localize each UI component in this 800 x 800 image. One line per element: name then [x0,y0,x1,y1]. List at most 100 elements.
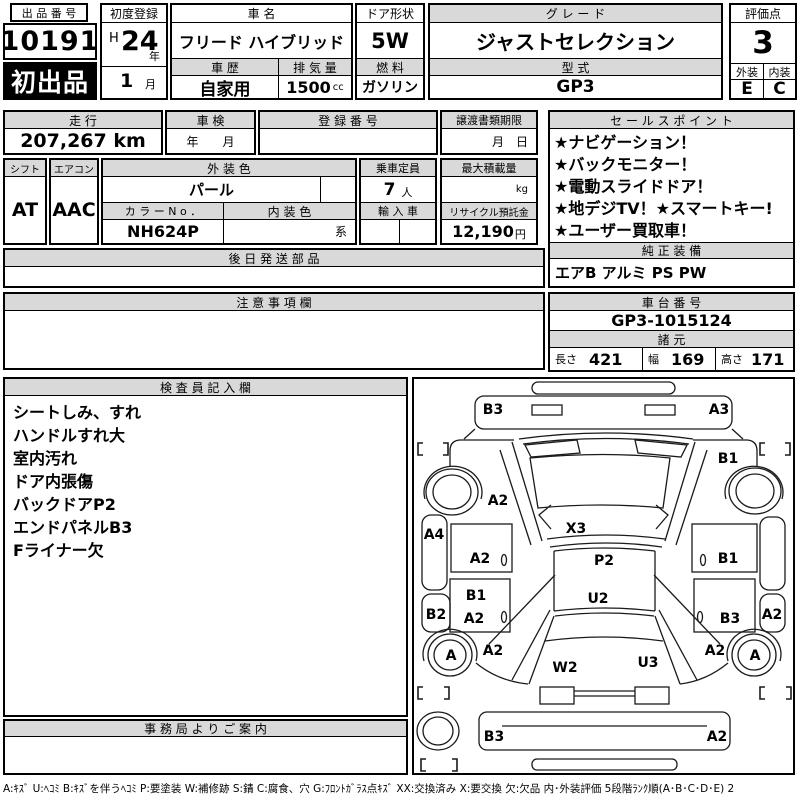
lot-number-header: 出 品 番 号 [10,3,88,22]
inspector-label: 検 査 員 記 入 欄 [5,379,406,396]
grade-box: グ レ ー ド ジャストセレクション 型 式 GP3 [428,3,723,100]
score-value: 3 [752,25,774,61]
model-value: GP3 [556,77,595,97]
month-unit: 月 [145,78,156,91]
damage-code-label: A4 [424,527,445,543]
grade-value: ジャストセレクション [476,30,675,54]
car-name-value: フリード ハイブリッド [178,32,345,52]
height-value: 171 [751,349,785,369]
damage-code-label: A2 [464,611,485,627]
damage-code-label: U2 [587,591,608,607]
max-load-label: 最大積載量 [442,160,536,177]
damage-code-label: A2 [707,729,728,745]
notes-content [5,311,543,368]
dimensions-label: 諸 元 [550,331,793,348]
recycle-fee: 12,190 [452,222,514,241]
max-load-box: 最大積載量 kg リサイクル預託金 12,190 円 [440,158,538,245]
interior-grade: C [773,80,786,98]
interior-color-label: 内 装 色 [267,204,312,219]
damage-diagram-box: B3 A3 B1 A2 A4 X3 P2 A2 B1 B1 U2 B2 A2 B3 A2 A A2 A2 A W2 U3… [412,377,795,775]
exterior-color-value: パール [103,177,321,202]
sales-point-item: ★電動スライドドア！ [554,177,713,196]
inspector-line: エンドパネルB3 [13,518,133,537]
notes-label: 注 意 事 項 欄 [5,294,543,311]
damage-code-label: A3 [709,402,730,418]
exterior-color-label: 外 装 色 [103,160,355,177]
first-registration-box: 初度登録 H 24 年 1 月 [100,3,168,100]
chassis-box: 車 台 番 号 GP3-1015124 諸 元 長さ 421 幅 169 高さ … [548,292,795,372]
interior-label: 内装 [768,65,791,79]
damage-code-label: W2 [552,660,577,676]
exterior-color-extra-cell [321,177,355,202]
damage-code-label: P2 [594,553,614,569]
import-label: 輸 入 車 [361,203,435,220]
first-registration-label: 初度登録 [102,5,166,23]
color-no-label: カ ラ ー N o ． [103,203,224,219]
equipment-value: エアB アルミ PS PW [555,263,707,282]
door-shape-value: 5W [371,28,409,53]
car-outline [421,381,786,771]
transfer-deadline-value: 月 日 [491,134,528,149]
sales-point-item: ★ナビゲーション！ [554,133,697,152]
inspector-line: ハンドルすれ大 [13,426,126,445]
office-box: 事 務 局 よ り ご 案 内 [3,719,408,775]
damage-labels: B3 A3 B1 A2 A4 X3 P2 A2 B1 B1 U2 B2 A2 B3 A2 A A2 A2 A W2 U3… [424,402,783,745]
auction-sheet: 出 品 番 号 10191 初出品 初度登録 H 24 年 1 月 車 名 フリ… [0,0,800,800]
office-label: 事 務 局 よ り ご 案 内 [5,721,406,737]
lot-number-label: 出 品 番 号 [21,6,77,20]
recycle-label: リサイクル預託金 [442,203,536,220]
inspector-line: 室内汚れ [13,449,78,468]
sales-points-box: セ ー ル ス ポ イ ン ト ★ナビゲーション！ ★バックモニター！ ★電動ス… [548,110,795,288]
year-unit: 年 [149,50,160,63]
damage-code-label: B1 [718,451,738,467]
fuel-label: 燃 料 [357,59,423,76]
mileage-label: 走 行 [5,112,161,129]
length-label: 長さ [555,353,577,366]
corner-brackets [417,442,792,772]
damage-code-label: U3 [637,655,658,671]
damage-code-label: A2 [488,493,509,509]
wheel-icons [416,467,782,751]
era-letter: H [109,31,119,46]
damage-code-label: B1 [718,551,738,567]
inspector-line: シートしみ、すれ [13,403,142,422]
damage-code-label: A2 [762,607,783,623]
capacity-box: 乗車定員 7 人 輸 入 車 [359,158,437,245]
car-damage-diagram: B3 A3 B1 A2 A4 X3 P2 A2 B1 B1 U2 B2 A2 B3 A2 A A2 A2 A W2 U3… [416,381,792,772]
color-no-value: NH624P [103,220,224,243]
door-shape-box: ドア形状 5W 燃 料 ガソリン [355,3,425,100]
shaken-label: 車 検 [167,112,254,129]
lot-number-value: 10191 [5,26,95,57]
sales-point-item: ★バックモニター！ [554,155,697,174]
model-label: 型 式 [430,59,721,76]
registration-number-label: 登 録 番 号 [260,112,436,129]
first-listing-badge: 初出品 [3,62,97,100]
import-cell-2 [400,220,435,243]
sales-point-item: ★地デジTV！★スマートキー! [554,199,773,218]
damage-code-label: A2 [483,643,504,659]
interior-color-value: 系 [334,225,347,239]
sales-point-item: ★ユーザー買取車！ [554,221,697,240]
registration-number-value [260,129,436,153]
aircon-box: エアコン AAC [49,158,99,245]
height-label: 高さ [721,353,743,366]
damage-code-label: A2 [470,551,491,567]
legend-text: A:ｷｽﾞ U:ﾍｺﾐ B:ｷｽﾞを伴うﾍｺﾐ P:要塗装 W:補修跡 S:錆 … [3,783,735,795]
width-value: 169 [671,349,705,369]
shift-value: AT [11,199,39,221]
history-value: 自家用 [172,76,279,98]
exterior-grade: E [731,80,764,98]
capacity-value: 7 [383,179,396,200]
displacement-unit: cc [332,81,344,93]
shaken-value: 年 月 [186,134,235,149]
inspector-line: Fライナー欠 [13,541,104,560]
damage-code-label: A [750,648,761,664]
aircon-label: エアコン [51,160,97,177]
later-parts-box: 後 日 発 送 部 品 [3,248,545,288]
damage-code-label: B1 [466,588,486,604]
car-name-box: 車 名 フリード ハイブリッド 車 歴 排 気 量 自家用 1500 cc [170,3,353,100]
recycle-unit: 円 [514,227,526,241]
displacement-value: 1500 [286,77,331,97]
equipment-label: 純 正 装 備 [550,242,793,259]
aircon-value: AAC [52,199,96,221]
